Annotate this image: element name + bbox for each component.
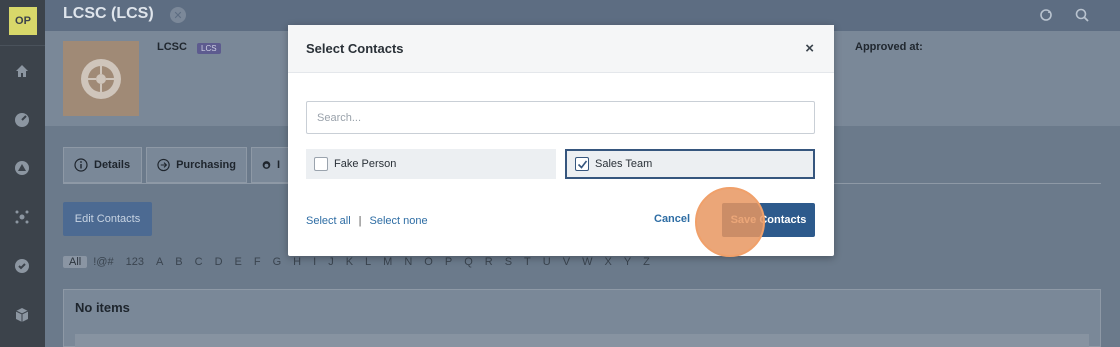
modal-title: Select Contacts (306, 41, 404, 56)
alphabet-filter-item[interactable]: I (307, 256, 322, 268)
tab-third[interactable]: I (251, 147, 291, 183)
alphabet-filter-item[interactable]: Q (458, 256, 479, 268)
link-separator: | (358, 215, 362, 227)
checkbox-checked-icon[interactable] (575, 157, 589, 171)
alphabet-filter-item[interactable]: M (377, 256, 398, 268)
home-icon[interactable] (12, 61, 32, 81)
contacts-list: No items (63, 289, 1101, 347)
alphabet-filter-item[interactable]: P (439, 256, 458, 268)
search-input[interactable] (306, 101, 815, 134)
select-none-link[interactable]: Select none (370, 215, 428, 227)
triangle-circle-icon[interactable] (12, 158, 32, 178)
info-icon (74, 158, 88, 172)
record-avatar (63, 41, 139, 116)
alphabet-filter-item[interactable]: All (63, 256, 88, 268)
alphabet-filter-item[interactable]: U (537, 256, 557, 268)
refresh-icon[interactable] (1039, 8, 1053, 22)
alphabet-filter-item[interactable]: A (150, 256, 169, 268)
gauge-icon (262, 161, 271, 169)
app-logo[interactable]: OP (9, 7, 37, 35)
wheel-icon (81, 58, 121, 99)
alphabet-filter-item[interactable]: L (359, 256, 377, 268)
select-all-link[interactable]: Select all (306, 215, 351, 227)
selection-links: Select all | Select none (306, 215, 428, 227)
alphabet-filter-item[interactable]: W (576, 256, 598, 268)
contact-option-selected[interactable]: Sales Team (565, 149, 815, 179)
alphabet-filter-item[interactable]: X (598, 256, 617, 268)
alphabet-filter-item[interactable]: K (340, 256, 359, 268)
empty-list-label: No items (75, 300, 130, 315)
alphabet-filter-item[interactable]: F (248, 256, 267, 268)
alphabet-filter-item[interactable]: R (479, 256, 499, 268)
close-icon[interactable]: × (805, 40, 814, 57)
alphabet-filter: All !@# 123 A B C D E F G H I J K L M N O P Q R S T U V W X Y Z (63, 256, 656, 268)
tab-purchasing[interactable]: Purchasing (146, 147, 247, 183)
dashboard-icon[interactable] (12, 110, 32, 130)
alphabet-filter-item[interactable]: S (499, 256, 518, 268)
click-indicator (695, 187, 765, 257)
alphabet-filter-item[interactable]: Y (618, 256, 637, 268)
badge-check-icon[interactable] (12, 256, 32, 276)
package-icon[interactable] (12, 305, 32, 325)
checkbox-unchecked-icon[interactable] (314, 157, 328, 171)
page-title: LCSC (LCS) (63, 5, 154, 22)
approved-at-label: Approved at: (855, 41, 923, 53)
alphabet-filter-item[interactable]: C (189, 256, 209, 268)
contact-label: Sales Team (595, 158, 653, 170)
alphabet-filter-item[interactable]: 123 (120, 256, 150, 268)
record-code-badge: LCS (197, 43, 221, 54)
edit-contacts-button[interactable]: Edit Contacts (63, 202, 152, 236)
arrow-right-circle-icon (157, 158, 170, 172)
alphabet-filter-item[interactable]: G (267, 256, 288, 268)
contact-option[interactable]: Fake Person (306, 149, 556, 179)
sidebar-divider (0, 45, 45, 46)
alphabet-filter-item[interactable]: O (418, 256, 439, 268)
list-body (75, 334, 1089, 347)
alphabet-filter-item[interactable]: H (287, 256, 307, 268)
alphabet-filter-item[interactable]: N (398, 256, 418, 268)
alphabet-filter-item[interactable]: V (557, 256, 576, 268)
contact-label: Fake Person (334, 158, 397, 170)
alphabet-filter-item[interactable]: Z (637, 256, 656, 268)
network-icon[interactable] (12, 207, 32, 227)
alphabet-filter-item[interactable]: !@# (87, 256, 119, 268)
alphabet-filter-item[interactable]: D (209, 256, 229, 268)
modal-header: Select Contacts × (288, 25, 834, 73)
close-tab-icon[interactable]: ✕ (170, 7, 186, 23)
search-icon[interactable] (1075, 8, 1089, 22)
alphabet-filter-item[interactable]: E (229, 256, 248, 268)
sidebar: OP (0, 0, 45, 347)
alphabet-filter-item[interactable]: J (322, 256, 340, 268)
alphabet-filter-item[interactable]: T (518, 256, 537, 268)
record-name: LCSC (157, 41, 187, 53)
alphabet-filter-item[interactable]: B (169, 256, 188, 268)
cancel-button[interactable]: Cancel (654, 213, 690, 225)
tab-details[interactable]: Details (63, 147, 142, 183)
